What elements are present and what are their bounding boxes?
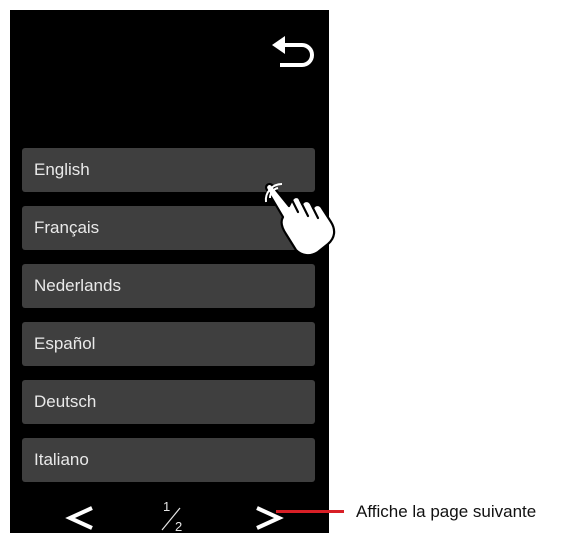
total-pages-number: 2 (175, 519, 183, 534)
language-option-nederlands[interactable]: Nederlands (22, 264, 315, 308)
language-option-italiano[interactable]: Italiano (22, 438, 315, 482)
language-option-espanol[interactable]: Español (22, 322, 315, 366)
language-label: Español (34, 334, 96, 353)
page-indicator: 1 2 (153, 499, 193, 539)
language-label: Italiano (34, 450, 89, 469)
language-option-deutsch[interactable]: Deutsch (22, 380, 315, 424)
back-button[interactable] (268, 32, 318, 72)
language-label: Français (34, 218, 100, 237)
language-label: Deutsch (34, 392, 97, 411)
chevron-right-icon (256, 506, 284, 530)
previous-page-button[interactable] (62, 498, 102, 538)
next-page-button[interactable] (247, 498, 287, 538)
device-screen: English Français Nederlands Español Deut… (10, 10, 336, 534)
callout-text: Affiche la page suivante (356, 502, 537, 521)
language-label: English (34, 160, 90, 179)
pointing-hand-icon (264, 182, 350, 258)
language-label: Nederlands (34, 276, 121, 295)
callout-line (276, 510, 344, 513)
fraction-slash (161, 507, 181, 531)
back-arrow-icon (272, 36, 314, 67)
chevron-left-icon (65, 506, 93, 530)
